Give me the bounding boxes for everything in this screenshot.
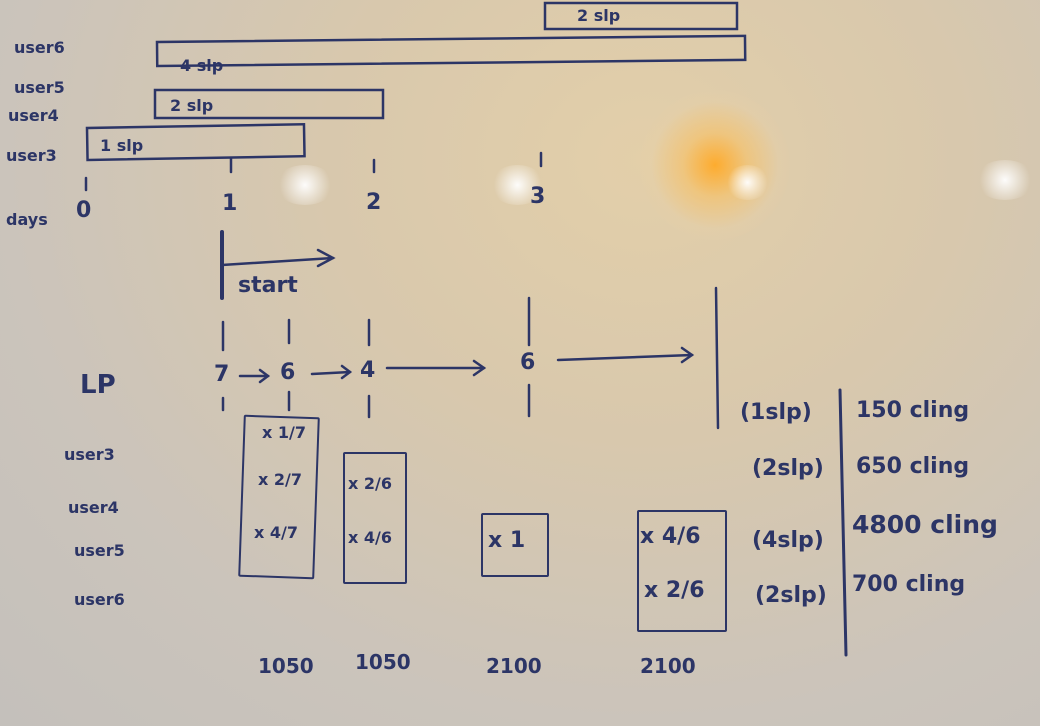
lp-value-4: 6	[520, 350, 536, 375]
multiplier-2-2: x 4/6	[348, 528, 392, 547]
day-tick-1: 1	[222, 191, 238, 216]
day-tick-3: 3	[530, 184, 546, 209]
legend-amount-3: 4800 cling	[852, 510, 998, 539]
bar-user5-label: 4 slp	[180, 56, 224, 75]
multiplier-4-1: x 4/6	[640, 524, 701, 549]
legend-amount-4: 700 cling	[852, 572, 966, 597]
multiplier-2-1: x 2/6	[348, 474, 392, 493]
bar-user4-label: 2 slp	[170, 96, 214, 115]
row-label-user4: user4	[68, 498, 119, 517]
lp-value-2: 6	[280, 360, 296, 385]
day-tick-0: 0	[76, 198, 92, 223]
lp-value-1: 7	[214, 362, 230, 387]
lp-value-3: 4	[360, 358, 376, 383]
row-label-user5: user5	[74, 541, 125, 560]
total-3: 2100	[486, 654, 542, 678]
multiplier-1-1: x 1/7	[262, 423, 306, 442]
row-label-user3: user3	[64, 445, 115, 464]
multiplier-4-2: x 2/6	[644, 578, 705, 603]
total-4: 2100	[640, 654, 696, 678]
legend-stake-1: (1slp)	[740, 400, 812, 425]
multiplier-box-2	[343, 452, 407, 584]
bar-user3-label: 1 slp	[100, 136, 144, 155]
row-label-user6: user6	[74, 590, 125, 609]
day-tick-2: 2	[366, 190, 382, 215]
legend-amount-1: 150 cling	[856, 398, 970, 423]
multiplier-1-3: x 4/7	[254, 523, 298, 542]
start-label: start	[238, 273, 298, 298]
total-1: 1050	[258, 654, 314, 678]
multiplier-1-2: x 2/7	[258, 470, 302, 489]
bar-user5	[155, 34, 747, 68]
bar-top-label: 2 slp	[577, 6, 621, 25]
days-axis-label: days	[6, 210, 48, 229]
legend-stake-4: (2slp)	[755, 583, 827, 608]
timeline-user6-label: user6	[14, 38, 65, 57]
lp-label: LP	[80, 370, 116, 400]
legend-stake-3: (4slp)	[752, 528, 824, 553]
timeline-user5-label: user5	[14, 78, 65, 97]
timeline-user3-label: user3	[6, 146, 57, 165]
multiplier-3-1: x 1	[488, 528, 526, 553]
total-2: 1050	[355, 650, 411, 674]
bar-top	[543, 1, 739, 31]
legend-amount-2: 650 cling	[856, 454, 970, 479]
legend-stake-2: (2slp)	[752, 456, 824, 481]
timeline-user4-label: user4	[8, 106, 59, 125]
